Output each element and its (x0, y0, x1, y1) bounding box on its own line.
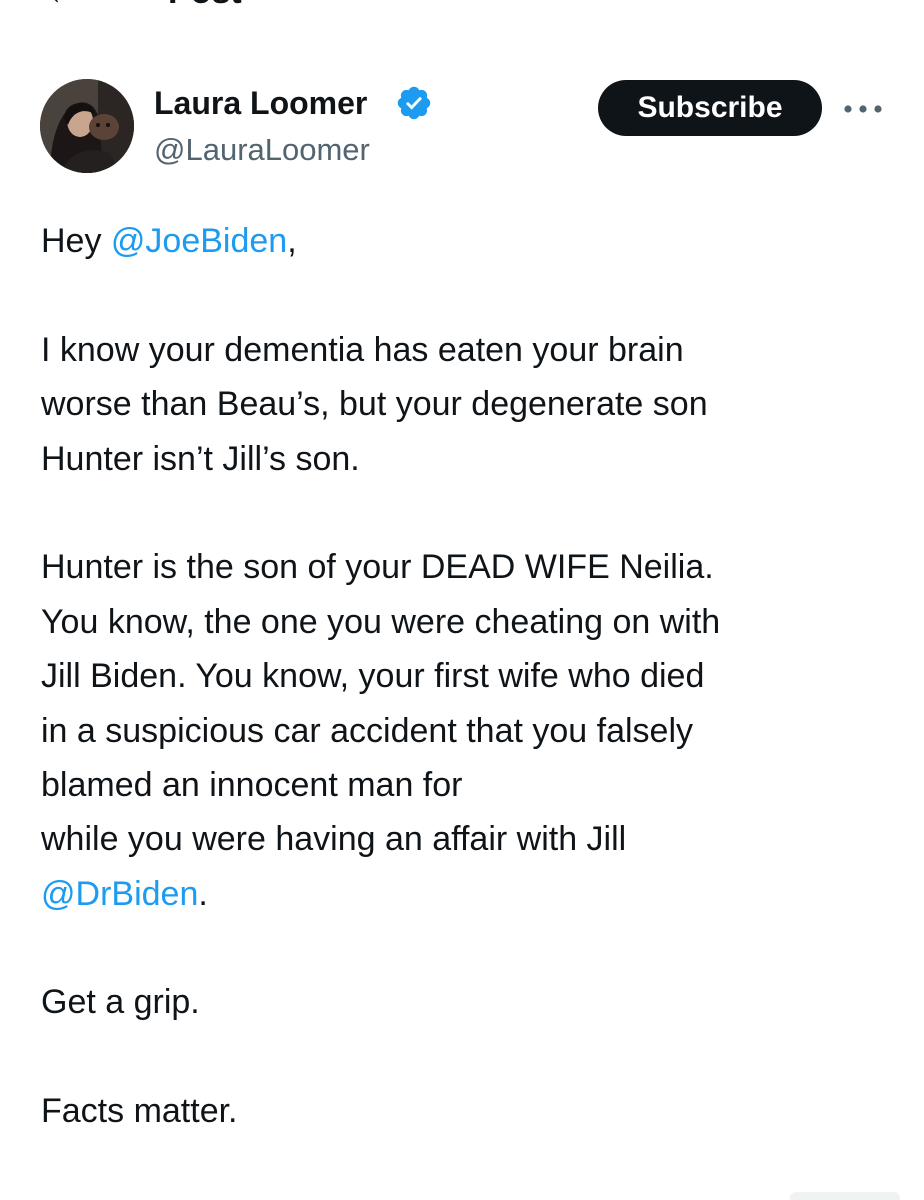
post-line: worse than Beau’s, but your degenerate s… (41, 385, 708, 424)
more-horizontal-icon[interactable] (838, 92, 888, 126)
post-line: Hunter is the son of your DEAD WIFE Neil… (41, 548, 714, 587)
post-text: Hey @JoeBiden, I know your dementia has … (41, 214, 901, 1139)
avatar[interactable] (40, 79, 134, 173)
post-line: @DrBiden. (41, 867, 901, 921)
post-line: Hey @JoeBiden, (41, 214, 901, 268)
bottom-overlay-edge (790, 1192, 900, 1200)
post-line: Facts matter. (41, 1092, 238, 1131)
post-line: I know your dementia has eaten your brai… (41, 330, 684, 369)
post-line: blamed an innocent man for (41, 765, 463, 804)
author-name[interactable]: Laura Loomer (154, 83, 367, 123)
greeting-text: Hey (41, 222, 111, 260)
author-handle[interactable]: @LauraLoomer (154, 130, 370, 170)
post-page: ← Post Laura Loomer @LauraLoomer Subscri… (0, 0, 924, 1200)
greeting-punctuation: , (287, 222, 297, 260)
post-line: Get a grip. (41, 983, 200, 1022)
page-title: Post (168, 0, 242, 12)
post-line: in a suspicious car accident that you fa… (41, 711, 694, 750)
arrow-left-icon[interactable]: ← (44, 0, 82, 12)
post-line: while you were having an affair with Jil… (41, 820, 627, 859)
subscribe-button[interactable]: Subscribe (598, 80, 822, 136)
mention-joebiden-link[interactable]: @JoeBiden (111, 222, 287, 260)
post-line: You know, the one you were cheating on w… (41, 602, 721, 641)
post-line: Hunter isn’t Jill’s son. (41, 439, 360, 478)
top-navigation-bar: ← Post (0, 0, 924, 12)
verified-badge-icon[interactable] (395, 84, 433, 122)
mention-punctuation: . (198, 874, 208, 913)
avatar-image (40, 79, 134, 173)
post-line: Jill Biden. You know, your first wife wh… (41, 657, 705, 696)
mention-drbiden-link[interactable]: @DrBiden (41, 875, 198, 913)
